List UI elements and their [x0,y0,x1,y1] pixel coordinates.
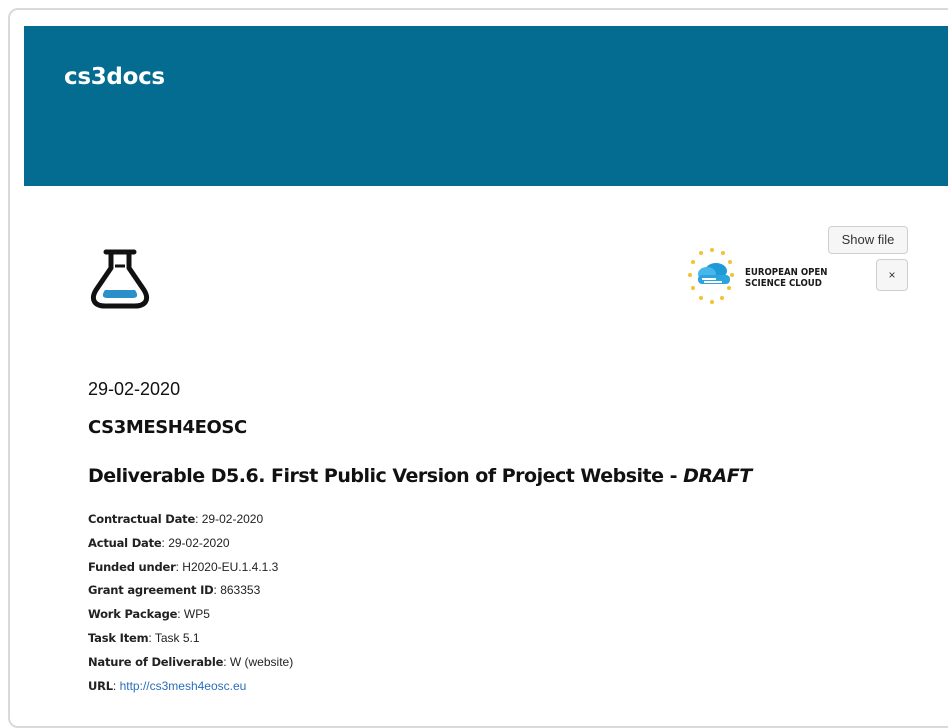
meta-label: Contractual Date [88,512,196,526]
eosc-logo-text: EUROPEAN OPEN SCIENCE CLOUD [745,267,828,289]
deliverable-title: Deliverable D5.6. First Public Version o… [88,465,752,487]
header-banner [24,26,948,186]
meta-row-actual-date: Actual Date: 29-02-2020 [88,535,230,550]
eosc-text-line-2: SCIENCE CLOUD [745,278,822,289]
draft-flag: DRAFT [683,465,752,487]
meta-label: Grant agreement ID [88,583,214,598]
meta-label: Work Package [88,607,178,622]
meta-value: 29-02-2020 [168,535,230,550]
meta-value: 29-02-2020 [201,512,264,526]
meta-value: 863353 [220,583,261,598]
show-file-button[interactable]: Show file [828,226,908,254]
meta-row-work-package: Work Package: WP5 [88,607,210,622]
meta-value: H2020-EU.1.4.1.3 [182,559,279,574]
meta-row-url: URL: http://cs3mesh4eosc.eu [88,678,247,693]
meta-value: Task 5.1 [154,630,200,645]
meta-label: Actual Date [88,535,162,550]
meta-row-funded-under: Funded under: H2020-EU.1.4.1.3 [88,559,279,574]
meta-row-nature: Nature of Deliverable: W (website) [88,654,294,669]
meta-label: Nature of Deliverable [88,654,224,669]
deliverable-title-main: Deliverable D5.6. First Public Version o… [88,465,684,487]
meta-row-grant-agreement: Grant agreement ID: 863353 [88,583,261,598]
meta-label: URL [88,678,113,693]
meta-row-task-item: Task Item: Task 5.1 [88,630,200,645]
eosc-text-line-1: EUROPEAN OPEN [745,267,828,278]
meta-row-contractual-date: Contractual Date: 29-02-2020 [88,512,264,526]
project-url-link[interactable]: http://cs3mesh4eosc.eu [120,679,247,693]
project-name: CS3MESH4EOSC [88,417,247,438]
site-brand[interactable]: cs3docs [64,64,165,90]
meta-value: W (website) [229,654,294,669]
flask-icon [90,249,150,309]
close-button[interactable]: × [876,259,908,291]
document-date: 29-02-2020 [88,379,181,399]
meta-value: WP5 [183,607,210,622]
meta-label: Funded under [88,559,176,574]
meta-label: Task Item [88,630,149,645]
deliverable-metadata: Contractual Date: 29-02-2020 Actual Date… [88,510,293,700]
